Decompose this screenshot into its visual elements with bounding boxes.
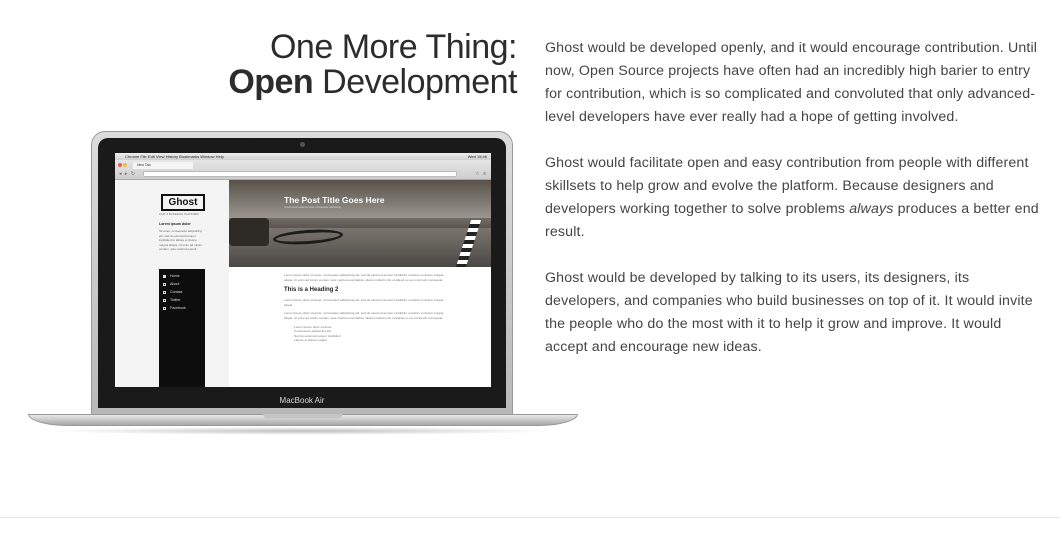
site-nav-item: Facebook <box>163 304 205 312</box>
body-text: Ghost would be developed openly, and it … <box>545 37 1040 382</box>
minimize-window-icon <box>123 163 127 167</box>
laptop-lid: Chrome File Edit View History Bookmarks … <box>91 131 513 415</box>
heading-rest: Development <box>313 62 517 101</box>
section-heading: One More Thing: Open Development <box>228 30 517 99</box>
section-divider <box>0 517 1060 518</box>
laptop-screen: Chrome File Edit View History Bookmarks … <box>115 153 491 387</box>
site-nav-item: Home <box>163 272 205 280</box>
site-sidebar: Ghost JUST A BLOGGING PLATFORM Lorem ips… <box>115 180 229 387</box>
laptop-bezel: Chrome File Edit View History Bookmarks … <box>98 138 506 408</box>
list-item: Labore et dolore magna <box>294 338 327 343</box>
nav-bullet-icon <box>163 274 166 278</box>
nav-label: About <box>170 282 180 286</box>
hero-tire-stack <box>229 218 269 246</box>
browser-chrome: New Tab ◂ ▸ ↻ ☆ ≡ <box>115 160 491 180</box>
nav-bullet-icon <box>163 282 166 286</box>
site-nav-item: Twitter <box>163 296 205 304</box>
menubar-clock: Wed 15:46 <box>467 154 487 159</box>
heading-line-1: One More Thing: <box>269 28 518 66</box>
site-tagline: JUST A BLOGGING PLATFORM <box>159 213 199 216</box>
browser-tab: New Tab <box>133 162 193 169</box>
article-paragraph: Lorem ipsum dolor sit amet, consectetur … <box>284 298 444 307</box>
laptop-notch <box>263 414 343 418</box>
ghost-site-page: Ghost JUST A BLOGGING PLATFORM Lorem ips… <box>115 180 491 387</box>
mac-menubar: Chrome File Edit View History Bookmarks … <box>115 153 491 160</box>
ghost-logo: Ghost <box>161 194 205 211</box>
nav-bullet-icon <box>163 298 166 302</box>
nav-bullet-icon <box>163 306 166 310</box>
close-window-icon <box>118 163 122 167</box>
nav-label: Twitter <box>170 298 181 302</box>
laptop-image: Chrome File Edit View History Bookmarks … <box>28 131 578 436</box>
browser-nav-icons: ◂ ▸ ↻ <box>119 171 136 177</box>
nav-label: Contact <box>170 290 183 294</box>
nav-label: Home <box>170 274 180 278</box>
article-paragraph: Lorem ipsum dolor sit amet, consectetur … <box>284 311 444 320</box>
paragraph-2-emphasis: always <box>849 201 894 217</box>
paragraph-3: Ghost would be developed by talking to i… <box>545 270 1033 355</box>
paragraph-2: Ghost would facilitate open and easy con… <box>545 152 1040 244</box>
heading-bold-word: Open <box>228 62 314 101</box>
article-paragraph: Lorem ipsum dolor sit amet, consectetur … <box>284 273 444 282</box>
article-list: Lorem ipsum dolor sit amet Consectetur a… <box>294 325 444 343</box>
macbook-brand-label: MacBook Air <box>279 396 325 405</box>
site-nav-item: Contact <box>163 288 205 296</box>
menubar-items: Chrome File Edit View History Bookmarks … <box>125 154 224 159</box>
nav-label: Facebook <box>170 306 186 310</box>
browser-tools-icons: ☆ ≡ <box>475 171 487 177</box>
site-nav: Home About Contact Twitter Facebook <box>159 269 205 387</box>
post-hero-image: The Post Title Goes Here Lorem ipsum dol… <box>229 180 491 267</box>
site-nav-item: About <box>163 280 205 288</box>
paragraph-1: Ghost would be developed openly, and it … <box>545 40 1038 125</box>
post-title: The Post Title Goes Here <box>284 195 385 205</box>
camera-icon <box>300 142 305 147</box>
sidebar-heading: Lorem ipsum dolor <box>159 222 191 226</box>
post-article: Lorem ipsum dolor sit amet, consectetur … <box>284 273 444 343</box>
heading-line-2: Open Development <box>228 62 517 101</box>
article-heading: This is a Heading 2 <box>284 287 339 294</box>
nav-bullet-icon <box>163 290 166 294</box>
laptop-shadow <box>48 427 558 435</box>
post-meta: Lorem ipsum dolor sit amet, consectetur … <box>284 206 341 209</box>
address-bar <box>143 171 457 177</box>
sidebar-text: Sit amet, consectetur adipisicing elit, … <box>159 229 203 251</box>
